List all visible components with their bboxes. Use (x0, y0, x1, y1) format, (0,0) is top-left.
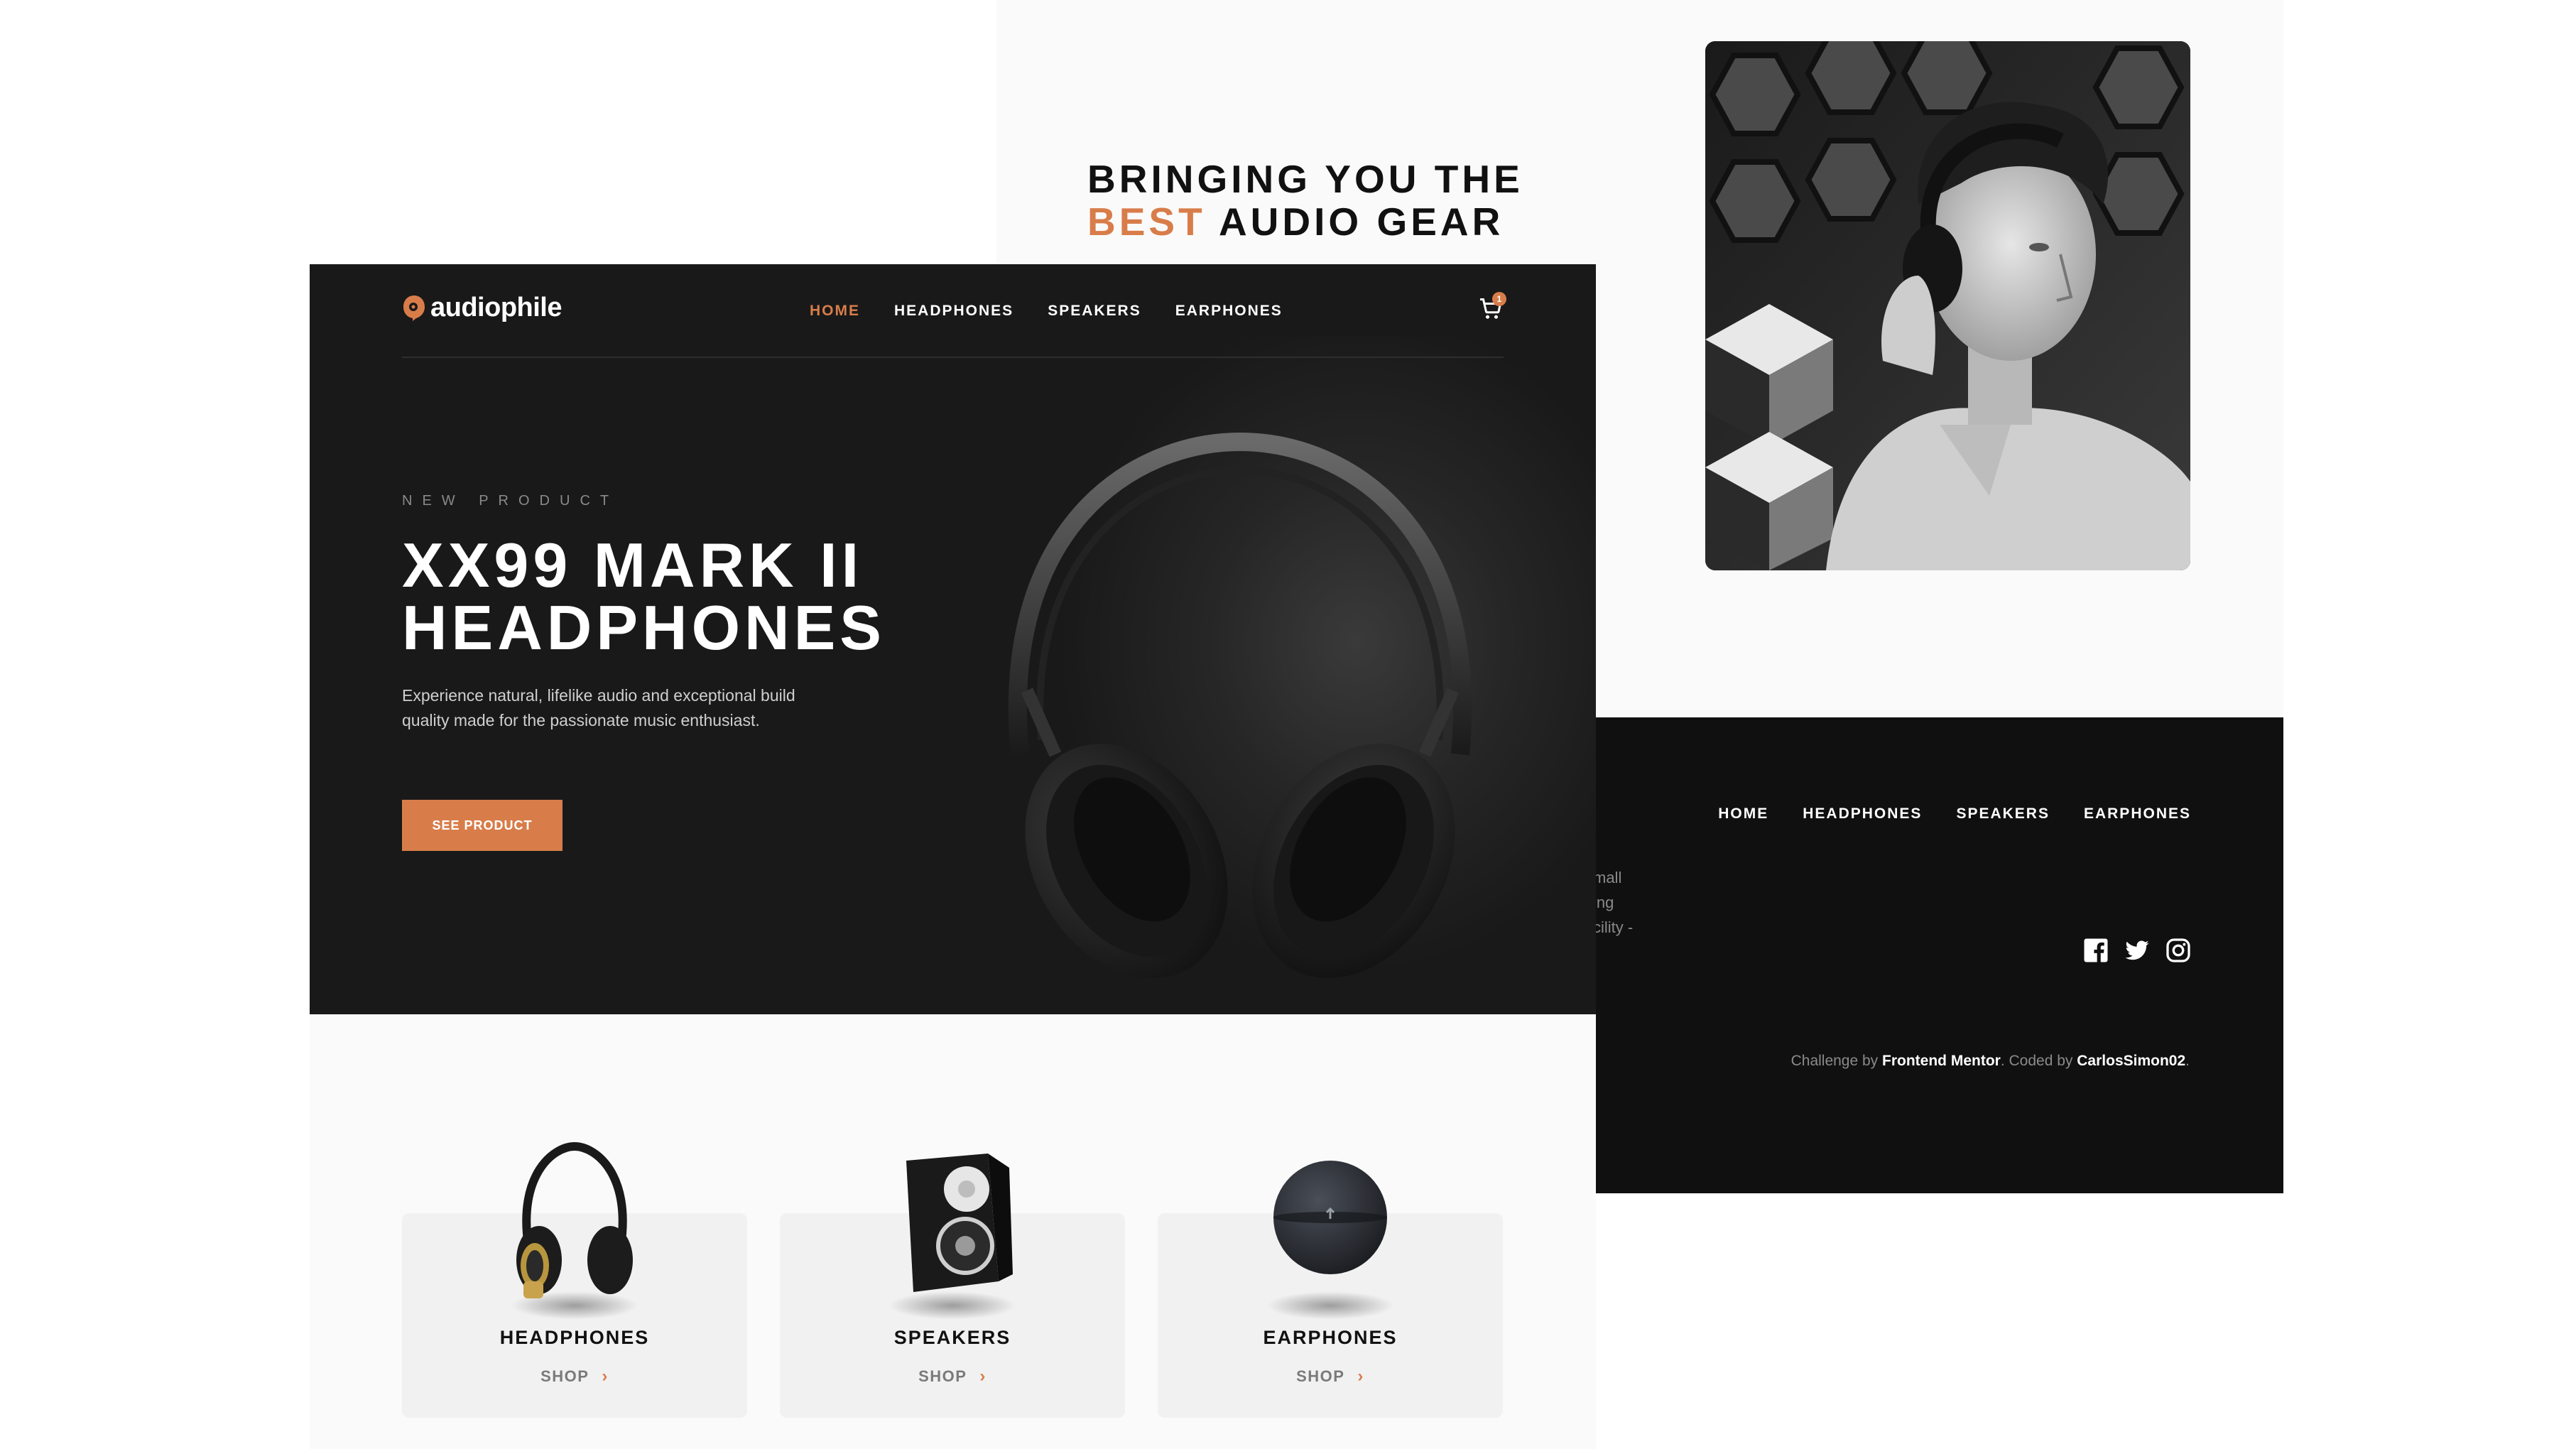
shop-link[interactable]: SHOP › (1158, 1367, 1503, 1386)
hero-title-line1: XX99 MARK II (402, 530, 864, 600)
nav-speakers[interactable]: SPEAKERS (1048, 303, 1141, 320)
shop-label: SHOP (1296, 1367, 1345, 1385)
hero-headphones-image (1008, 432, 1472, 978)
social-links (2083, 938, 2191, 963)
logo-icon (403, 295, 425, 321)
man-with-headphones-photo (1705, 41, 2190, 570)
about-heading-accent: BEST (1087, 200, 1206, 244)
category-name: HEADPHONES (499, 1327, 650, 1348)
footer-text-line: mall (1593, 869, 1622, 886)
main-nav: HOME HEADPHONES SPEAKERS EARPHONES (810, 303, 1283, 320)
speaker-thumbnail (906, 1154, 1013, 1292)
cart-count-badge: 1 (1492, 292, 1506, 306)
about-heading-line1: BRINGING YOU THE (1087, 157, 1523, 201)
chevron-right-icon: › (602, 1367, 609, 1386)
credit-author-link[interactable]: CarlosSimon02 (2077, 1053, 2185, 1069)
about-heading: BRINGING YOU THE BEST AUDIO GEAR (1087, 158, 1727, 243)
site-header: audiophile HOME HEADPHONES SPEAKERS EARP… (402, 264, 1506, 358)
shop-label: SHOP (918, 1367, 967, 1385)
about-heading-line2: AUDIO GEAR (1218, 200, 1504, 244)
hero-title-line2: HEADPHONES (402, 592, 886, 663)
headphones-thumbnail (516, 1141, 633, 1298)
footer-credit: Challenge by Frontend Mentor. Coded by C… (1791, 1053, 2190, 1070)
category-card-headphones[interactable]: HEADPHONES SHOP › (402, 1141, 747, 1418)
footer-text-line: ing (1593, 894, 1614, 911)
chevron-right-icon: › (979, 1367, 987, 1386)
nav-home[interactable]: HOME (810, 303, 860, 320)
nav-earphones[interactable]: EARPHONES (1175, 303, 1283, 320)
credit-prefix: Challenge by (1790, 1053, 1879, 1069)
footer-nav-home[interactable]: HOME (1718, 805, 1768, 823)
twitter-icon[interactable] (2124, 938, 2150, 963)
home-page: audiophile HOME HEADPHONES SPEAKERS EARP… (310, 264, 1596, 1449)
earphones-case-thumbnail (1273, 1161, 1387, 1274)
footer: HOME HEADPHONES SPEAKERS EARPHONES mall … (1593, 717, 2283, 1193)
credit-mid: . Coded by (2000, 1053, 2073, 1069)
footer-nav-headphones[interactable]: HEADPHONES (1803, 805, 1922, 823)
category-card-earphones[interactable]: EARPHONES SHOP › (1158, 1161, 1503, 1418)
shop-link[interactable]: SHOP › (780, 1367, 1125, 1386)
credit-org-link[interactable]: Frontend Mentor (1882, 1053, 2001, 1069)
category-name: SPEAKERS (893, 1327, 1011, 1348)
instagram-icon[interactable] (2165, 938, 2191, 963)
footer-text-line: cility - (1593, 918, 1634, 936)
logo-text: audiophile (430, 293, 563, 322)
footer-nav-earphones[interactable]: EARPHONES (2084, 805, 2191, 823)
category-name: EARPHONES (1263, 1327, 1398, 1348)
credit-suffix: . (2185, 1053, 2190, 1069)
footer-description-fragment: mall ing cility - (1593, 865, 1633, 940)
footer-nav: HOME HEADPHONES SPEAKERS EARPHONES (1718, 805, 2191, 823)
cart-button[interactable]: 1 (1478, 292, 1506, 322)
footer-nav-speakers[interactable]: SPEAKERS (1956, 805, 2050, 823)
facebook-icon[interactable] (2083, 938, 2109, 963)
hero-title: XX99 MARK II HEADPHONES (402, 534, 970, 659)
category-card-speakers[interactable]: SPEAKERS SHOP › (780, 1154, 1125, 1418)
nav-headphones[interactable]: HEADPHONES (894, 303, 1013, 320)
logo[interactable]: audiophile (402, 293, 563, 323)
see-product-button[interactable]: SEE PRODUCT (402, 800, 563, 851)
hero-description: Experience natural, lifelike audio and e… (402, 686, 795, 729)
hero-section: audiophile HOME HEADPHONES SPEAKERS EARP… (310, 264, 1596, 1014)
chevron-right-icon: › (1357, 1367, 1364, 1386)
hero-overline: NEW PRODUCT (402, 493, 619, 509)
shop-link[interactable]: SHOP › (402, 1367, 747, 1386)
shop-label: SHOP (540, 1367, 589, 1385)
